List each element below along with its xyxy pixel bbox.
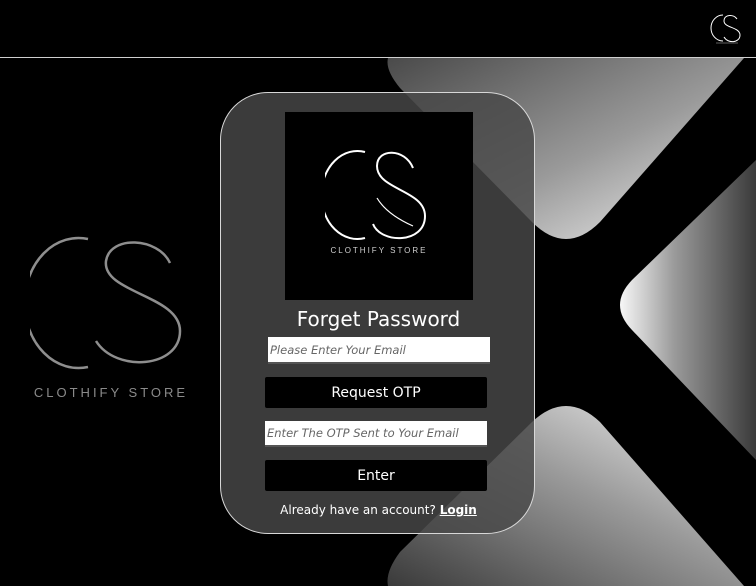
- login-link[interactable]: Login: [440, 503, 477, 517]
- clothify-store-logo-icon: [710, 14, 741, 44]
- clothify-store-monogram-icon: [23, 236, 182, 370]
- enter-button[interactable]: Enter: [265, 460, 487, 491]
- account-prompt-text: Already have an account?: [280, 503, 436, 517]
- email-input[interactable]: [268, 337, 490, 364]
- login-prompt: Already have an account? Login: [221, 503, 536, 517]
- forgot-password-card: CLOTHIFY STORE Forget Password Request O…: [220, 92, 535, 534]
- side-brand-logo: CLOTHIFY STORE: [23, 233, 192, 413]
- request-otp-button[interactable]: Request OTP: [265, 377, 487, 408]
- card-brand-logo: CLOTHIFY STORE: [285, 112, 473, 300]
- otp-input[interactable]: [265, 421, 487, 447]
- page-title: Forget Password: [296, 307, 461, 331]
- clothify-store-monogram-icon: [325, 150, 427, 240]
- top-bar: [0, 0, 756, 58]
- side-brand-name: CLOTHIFY STORE: [33, 385, 189, 400]
- card-brand-name: CLOTHIFY STORE: [330, 246, 428, 255]
